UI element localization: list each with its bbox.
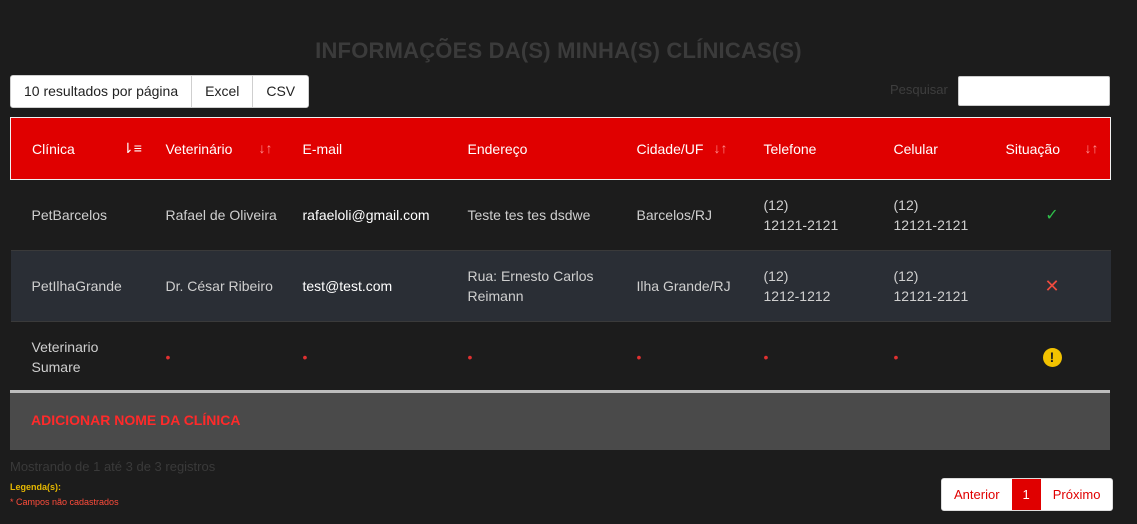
cell-email: test@test.com (302, 278, 393, 294)
header-situacao[interactable]: Situação ↓↑ (993, 117, 1111, 180)
cell-situacao: ! (994, 322, 1111, 393)
header-telefone: Telefone (742, 117, 873, 180)
check-icon: ✓ (1045, 206, 1059, 224)
legend-item: * Campos não cadastrados (10, 497, 119, 507)
celular-numero: 12121-2121 (893, 217, 969, 233)
search-label: Pesquisar (890, 82, 948, 97)
page-title: INFORMAÇÕES DA(S) MINHA(S) CLÍNICAS(S) (315, 38, 802, 63)
table-row: Veterinario Sumare • • • • • • ! (10, 321, 1111, 393)
celular-ddd: (12) (893, 197, 919, 213)
sort-active-icon[interactable]: ⇂≡ (122, 140, 142, 157)
cell-email: rafaeloli@gmail.com (302, 207, 430, 223)
x-icon: ✕ (1044, 275, 1060, 296)
cell-email: • (302, 349, 308, 366)
sort-icon[interactable]: ↓↑ (259, 140, 273, 156)
header-email: E-mail (281, 117, 447, 180)
table-row: PetIlhaGrande Dr. César Ribeiro test@tes… (10, 250, 1111, 322)
header-celular-label: Celular (893, 140, 938, 157)
header-email-label: E-mail (302, 140, 343, 157)
cell-endereco: Teste tes tes dsdwe (467, 207, 591, 223)
telefone-ddd: (12) (763, 268, 789, 284)
cell-endereco: • (467, 349, 473, 366)
table-info: Mostrando de 1 até 3 de 3 registros (10, 459, 216, 474)
sort-icon[interactable]: ↓↑ (1085, 140, 1099, 156)
search-input[interactable] (958, 76, 1110, 106)
header-veterinario-label: Veterinário (165, 140, 233, 157)
cell-veterinario: Rafael de Oliveira (165, 207, 277, 223)
celular-numero: 12121-2121 (893, 288, 969, 304)
add-clinic-row[interactable]: ADICIONAR NOME DA CLÍNICA (10, 390, 1110, 450)
telefone-ddd: (12) (763, 197, 789, 213)
header-clinica[interactable]: Clínica ⇂≡ (10, 117, 145, 180)
cell-endereco: Rua: Ernesto Carlos Reimann (467, 268, 594, 304)
previous-page-button[interactable]: Anterior (942, 479, 1012, 510)
cell-telefone: • (763, 349, 769, 366)
cell-cidade: Barcelos/RJ (636, 207, 712, 223)
cell-clinica: PetIlhaGrande (31, 278, 122, 294)
excel-button[interactable]: Excel (192, 76, 254, 107)
cell-cidade: • (636, 349, 642, 366)
table-header-row: Clínica ⇂≡ Veterinário ↓↑ E-mail Endereço … (10, 117, 1111, 180)
cell-veterinario: Dr. César Ribeiro (165, 278, 273, 294)
cell-clinica: PetBarcelos (31, 207, 107, 223)
header-cidade-label: Cidade/UF (636, 140, 704, 157)
sort-icon[interactable]: ↓↑ (714, 140, 728, 156)
cell-clinica: Veterinario Sumare (31, 339, 99, 376)
cell-veterinario: • (165, 349, 171, 366)
pagination: Anterior 1 Próximo (941, 478, 1114, 511)
cell-situacao: ✕ (994, 251, 1111, 322)
page-size-button[interactable]: 10 resultados por página (11, 76, 193, 107)
telefone-numero: 12121-2121 (763, 217, 839, 233)
header-cidade[interactable]: Cidade/UF ↓↑ (615, 117, 743, 180)
add-clinic-link[interactable]: ADICIONAR NOME DA CLÍNICA (31, 412, 240, 428)
header-clinica-label: Clínica (32, 140, 75, 157)
clinics-table: Clínica ⇂≡ Veterinário ↓↑ E-mail Endereço … (10, 117, 1111, 393)
cell-celular: • (893, 349, 899, 366)
cell-celular: (12) 12121-2121 (873, 251, 994, 322)
export-button-group: 10 resultados por página Excel CSV (10, 75, 310, 108)
telefone-numero: 1212-1212 (763, 288, 831, 304)
csv-button[interactable]: CSV (253, 76, 309, 107)
page-1-button[interactable]: 1 (1011, 479, 1041, 510)
header-celular: Celular (872, 117, 994, 180)
cell-celular: (12) 12121-2121 (873, 180, 994, 251)
cell-situacao: ✓ (994, 180, 1111, 251)
warning-icon: ! (1042, 348, 1062, 368)
celular-ddd: (12) (893, 268, 919, 284)
header-endereco-label: Endereço (467, 140, 528, 157)
cell-telefone: (12) 1212-1212 (743, 251, 873, 322)
header-veterinario[interactable]: Veterinário ↓↑ (144, 117, 282, 180)
header-endereco: Endereço (446, 117, 616, 180)
cell-telefone: (12) 12121-2121 (743, 180, 873, 251)
table-row: PetBarcelos Rafael de Oliveira rafaeloli… (10, 179, 1111, 251)
next-page-button[interactable]: Próximo (1040, 479, 1113, 510)
header-telefone-label: Telefone (763, 140, 817, 157)
legend-title: Legenda(s): (10, 482, 62, 492)
header-situacao-label: Situação (1005, 140, 1060, 157)
cell-cidade: Ilha Grande/RJ (636, 278, 731, 294)
